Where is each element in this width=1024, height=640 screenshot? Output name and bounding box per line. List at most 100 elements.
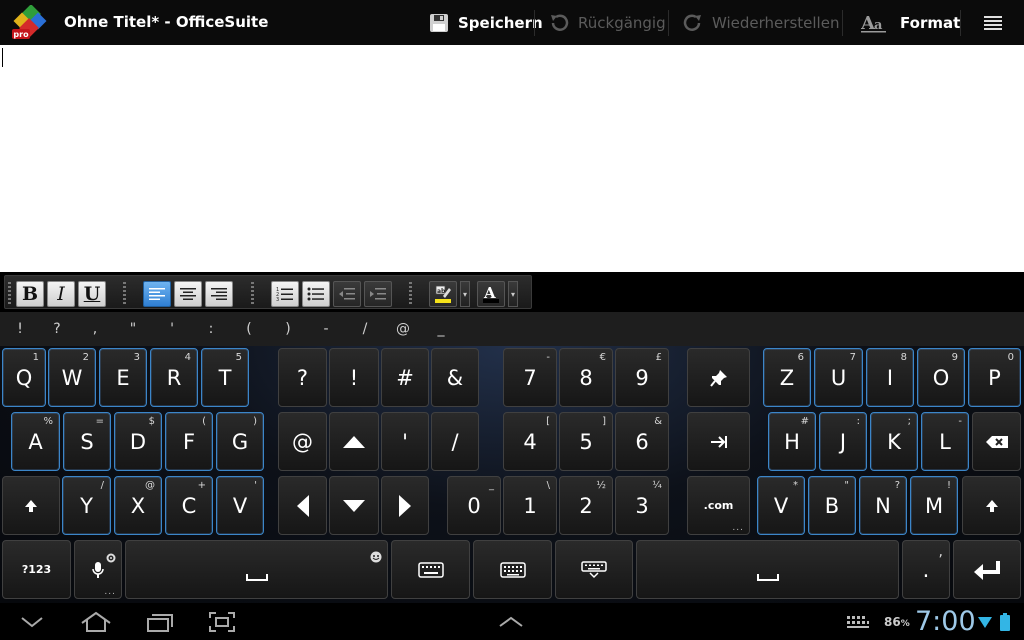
- save-button[interactable]: Speichern: [428, 0, 543, 45]
- overflow-menu-button[interactable]: [982, 0, 1012, 45]
- font-color-button[interactable]: A: [477, 281, 505, 307]
- symbols-mode-key[interactable]: ?123: [2, 540, 71, 599]
- key-row3-right[interactable]: N?: [859, 476, 907, 535]
- key-row2-left[interactable]: F(: [165, 412, 213, 471]
- key-row3-right[interactable]: V *: [757, 476, 805, 535]
- key-row1-left[interactable]: E3: [99, 348, 147, 407]
- highlight-color-dropdown[interactable]: ▾: [460, 281, 470, 307]
- format-button[interactable]: Aa Format: [860, 0, 960, 45]
- key-row3-left[interactable]: Y /: [62, 476, 111, 535]
- symbol-suggestion[interactable]: !: [6, 312, 34, 346]
- key-row2-left[interactable]: S =: [63, 412, 111, 471]
- keyboard-switch-button[interactable]: [495, 608, 527, 636]
- key-row3-left[interactable]: X @: [114, 476, 162, 535]
- key-row2-mid[interactable]: @: [278, 412, 327, 471]
- numbered-list-button[interactable]: 123: [271, 281, 299, 307]
- key-row3-num[interactable]: 2½: [559, 476, 613, 535]
- key-row1-num[interactable]: 7-: [503, 348, 557, 407]
- key-row1-left[interactable]: T5: [201, 348, 249, 407]
- key-row2-mid[interactable]: ': [381, 412, 429, 471]
- key-row3-num[interactable]: 1 \: [503, 476, 557, 535]
- symbol-suggestion[interactable]: @: [389, 312, 417, 346]
- key-row2-num[interactable]: 5]: [559, 412, 613, 471]
- symbol-suggestion[interactable]: ?: [43, 312, 71, 346]
- arrow-down-key[interactable]: [329, 476, 379, 535]
- key-row1-left[interactable]: W2: [48, 348, 96, 407]
- key-row1-right[interactable]: Z6: [763, 348, 811, 407]
- key-row1-mid[interactable]: #: [381, 348, 429, 407]
- arrow-right-key[interactable]: [381, 476, 429, 535]
- pin-key[interactable]: [687, 348, 750, 407]
- bold-button[interactable]: B: [16, 281, 44, 307]
- shift-key-right[interactable]: [962, 476, 1021, 535]
- key-row3-left[interactable]: C +: [165, 476, 213, 535]
- key-row3-num[interactable]: 3¼: [615, 476, 669, 535]
- key-row1-num[interactable]: 8 €: [559, 348, 613, 407]
- key-row2-right[interactable]: L-: [921, 412, 969, 471]
- home-button[interactable]: [80, 608, 112, 636]
- key-row2-right[interactable]: J:: [819, 412, 867, 471]
- toolbar-grip-icon[interactable]: [8, 282, 11, 306]
- symbol-suggestion[interactable]: ": [119, 312, 147, 346]
- tab-key[interactable]: [687, 412, 750, 471]
- dotcom-key[interactable]: .com ...: [687, 476, 750, 535]
- key-row2-right[interactable]: K;: [870, 412, 918, 471]
- key-row2-left[interactable]: G): [216, 412, 264, 471]
- period-key[interactable]: . ,: [902, 540, 950, 599]
- key-row3-left[interactable]: V ': [216, 476, 264, 535]
- arrow-up-key[interactable]: [329, 412, 379, 471]
- key-row1-right[interactable]: O9: [917, 348, 965, 407]
- key-row2-num[interactable]: 4[: [503, 412, 557, 471]
- symbol-suggestion[interactable]: ': [158, 312, 186, 346]
- undo-button[interactable]: Rückgängig: [548, 0, 666, 45]
- arrow-left-key[interactable]: [278, 476, 327, 535]
- key-row3-num[interactable]: 0 _: [447, 476, 501, 535]
- symbol-suggestion[interactable]: /: [351, 312, 379, 346]
- key-row1-right[interactable]: U7: [814, 348, 863, 407]
- document-editor[interactable]: [0, 45, 1024, 272]
- key-row3-right[interactable]: B ": [808, 476, 856, 535]
- symbol-suggestion[interactable]: (: [235, 312, 263, 346]
- officesuite-pro-logo-icon[interactable]: pro: [10, 4, 50, 41]
- space-key-left[interactable]: [125, 540, 388, 599]
- symbol-suggestion[interactable]: ): [274, 312, 302, 346]
- italic-button[interactable]: I: [47, 281, 75, 307]
- key-row1-right[interactable]: P0: [968, 348, 1021, 407]
- increase-indent-button[interactable]: [364, 281, 392, 307]
- keyboard-layout-key[interactable]: [391, 540, 470, 599]
- redo-button[interactable]: Wiederherstellen: [682, 0, 839, 45]
- key-row2-mid[interactable]: /: [431, 412, 479, 471]
- bullet-list-button[interactable]: [302, 281, 330, 307]
- key-row1-mid[interactable]: !: [329, 348, 379, 407]
- shift-key-left[interactable]: [2, 476, 60, 535]
- symbol-suggestion[interactable]: _: [427, 312, 455, 346]
- highlight-color-button[interactable]: ab: [429, 281, 457, 307]
- screenshot-button[interactable]: [206, 608, 238, 636]
- decrease-indent-button[interactable]: [333, 281, 361, 307]
- key-row2-left[interactable]: D $: [114, 412, 162, 471]
- align-center-button[interactable]: [174, 281, 202, 307]
- key-row1-left[interactable]: Q1: [2, 348, 46, 407]
- underline-button[interactable]: U: [78, 281, 106, 307]
- recent-apps-button[interactable]: [144, 608, 176, 636]
- key-row2-right[interactable]: H #: [768, 412, 816, 471]
- key-row2-left[interactable]: A%: [11, 412, 60, 471]
- keyboard-status-icon[interactable]: [842, 608, 874, 636]
- symbol-suggestion[interactable]: -: [312, 312, 340, 346]
- key-row3-right[interactable]: M!: [910, 476, 958, 535]
- align-right-button[interactable]: [205, 281, 233, 307]
- clock[interactable]: 7:00: [915, 603, 976, 640]
- backspace-key[interactable]: [972, 412, 1021, 471]
- voice-input-key[interactable]: ...: [74, 540, 122, 599]
- key-row1-right[interactable]: I8: [866, 348, 914, 407]
- key-row2-num[interactable]: 6 &: [615, 412, 669, 471]
- font-color-dropdown[interactable]: ▾: [508, 281, 518, 307]
- symbol-suggestion[interactable]: ,: [81, 312, 109, 346]
- space-key-right[interactable]: [636, 540, 899, 599]
- align-left-button[interactable]: [143, 281, 171, 307]
- key-row1-left[interactable]: R4: [150, 348, 198, 407]
- back-button[interactable]: [16, 608, 48, 636]
- keyboard-split-key[interactable]: [473, 540, 552, 599]
- hide-keyboard-key[interactable]: [555, 540, 633, 599]
- enter-key[interactable]: [953, 540, 1021, 599]
